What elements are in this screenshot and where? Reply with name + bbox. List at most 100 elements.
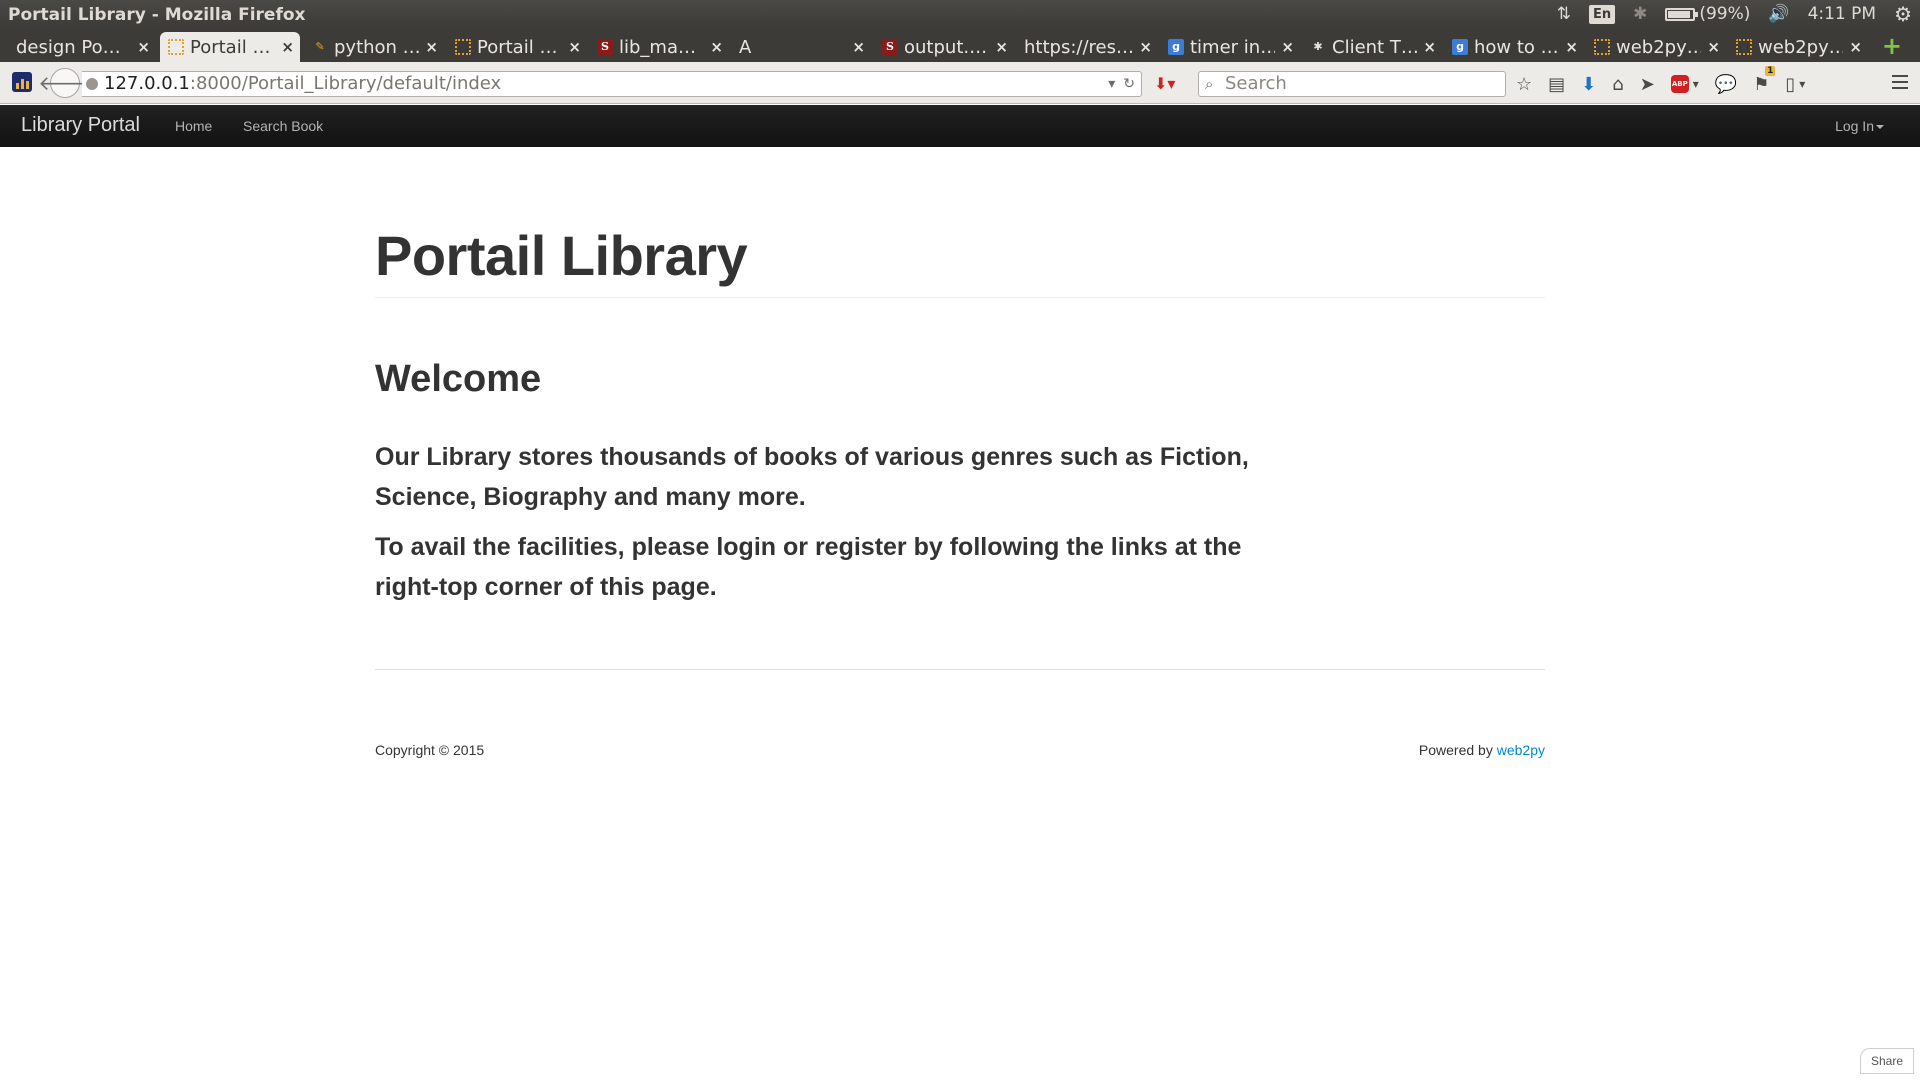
home-icon[interactable]: ⌂ [1612, 74, 1623, 95]
tab-2[interactable]: ✎ python … × [304, 32, 444, 62]
close-tab-icon[interactable]: × [995, 38, 1008, 56]
addon-chart-icon[interactable] [12, 72, 32, 92]
close-tab-icon[interactable]: × [1707, 38, 1720, 56]
pocket-icon[interactable]: ⬇▾ [1154, 74, 1175, 93]
search-icon: ⌕ [1205, 75, 1214, 93]
brand-link[interactable]: Library Portal [21, 114, 140, 137]
tab-3[interactable]: Portail … × [447, 32, 587, 62]
volume-icon[interactable]: 🔊 [1768, 4, 1789, 24]
battery-icon [1665, 7, 1699, 21]
tab-8[interactable]: g timer in… × [1160, 32, 1300, 62]
close-tab-icon[interactable]: × [1423, 38, 1436, 56]
google-icon: g [1168, 39, 1184, 55]
close-tab-icon[interactable]: × [568, 38, 581, 56]
downloads-icon[interactable]: ⬇ [1581, 74, 1596, 95]
web2py-link[interactable]: web2py [1497, 742, 1545, 758]
tab-label: python … [334, 36, 420, 58]
share-button[interactable]: Share [1860, 1048, 1914, 1074]
url-path: :8000/Portail_Library/default/index [189, 73, 502, 94]
tab-strip: + design Po… × Portail … × ✎ python … × Portail… [0, 28, 1920, 62]
s-icon: S [882, 39, 898, 55]
new-tab-button[interactable]: + [1882, 34, 1902, 58]
bookmark-star-icon[interactable]: ☆ [1516, 74, 1532, 95]
copyright-text: Copyright © 2015 [375, 742, 485, 758]
window-title-bar: Portail Library - Mozilla Firefox ⇅ En ✱… [0, 0, 1920, 28]
tab-label: web2py… [1616, 36, 1702, 58]
adblock-dropdown-icon[interactable]: ▾ [1693, 77, 1699, 91]
search-placeholder: Search [1225, 73, 1287, 94]
tab-label: output.… [904, 36, 988, 58]
page-title: Portail Library [375, 224, 748, 287]
settings-gear-icon[interactable]: ⚙ [1894, 2, 1912, 26]
navigation-toolbar: 🡐 127.0.0.1:8000/Portail_Library/default… [0, 62, 1920, 104]
web2py-icon [1736, 39, 1752, 55]
footer-divider [375, 669, 1545, 670]
url-bar[interactable]: 127.0.0.1:8000/Portail_Library/default/i… [82, 71, 1142, 97]
caret-down-icon [1876, 125, 1884, 130]
search-input[interactable]: ⌕ Search [1198, 71, 1506, 97]
close-tab-icon[interactable]: × [852, 38, 865, 56]
tab-label: how to … [1474, 36, 1559, 58]
nav-search-book-link[interactable]: Search Book [243, 118, 323, 134]
keyboard-language-indicator[interactable]: En [1588, 4, 1616, 24]
login-label: Log In [1835, 118, 1874, 134]
clipboard-dropdown-icon[interactable]: ▾ [1799, 77, 1805, 91]
close-tab-icon[interactable]: × [710, 38, 723, 56]
instructions-paragraph: To avail the facilities, please login or… [375, 533, 1242, 601]
site-navbar: Library Portal Home Search Book Log In [0, 105, 1920, 147]
welcome-heading: Welcome [375, 358, 542, 400]
url-host: 127.0.0.1 [104, 73, 190, 94]
tab-label: https://res… [1024, 36, 1134, 58]
url-controls: ▾ ↻ [1108, 72, 1135, 96]
close-tab-icon[interactable]: × [281, 38, 294, 56]
google-icon: g [1452, 39, 1468, 55]
login-dropdown[interactable]: Log In [1835, 118, 1884, 134]
clipboard-icon[interactable]: ▯ [1785, 74, 1795, 95]
nav-home-link[interactable]: Home [175, 118, 212, 134]
tab-6[interactable]: Soutput.… × [874, 32, 1014, 62]
tab-label: Portail … [477, 36, 558, 58]
client-icon: ✱ [1313, 40, 1323, 53]
site-identity-icon[interactable] [86, 78, 98, 90]
tab-label: timer in… [1190, 36, 1276, 58]
reload-icon[interactable]: ↻ [1123, 72, 1135, 96]
close-tab-icon[interactable]: × [1139, 38, 1152, 56]
notifications-icon[interactable]: ⚑ 1 [1753, 65, 1776, 95]
tab-9[interactable]: ✱ Client T… × [1302, 32, 1442, 62]
close-tab-icon[interactable]: × [1565, 38, 1578, 56]
tab-label: Portail … [190, 36, 271, 58]
hamburger-menu-icon[interactable] [1890, 72, 1910, 92]
network-icon[interactable]: ⇅ [1557, 4, 1571, 24]
close-tab-icon[interactable]: × [137, 38, 150, 56]
url-dropdown-icon[interactable]: ▾ [1108, 72, 1115, 96]
tab-7[interactable]: https://res… × [1016, 32, 1158, 62]
reading-list-icon[interactable]: ▤ [1548, 74, 1565, 95]
close-tab-icon[interactable]: × [1849, 38, 1862, 56]
send-icon[interactable]: ➤ [1640, 74, 1655, 95]
tab-12[interactable]: web2py… × [1728, 32, 1868, 62]
tab-0[interactable]: design Po… × [8, 32, 156, 62]
tab-1[interactable]: Portail … × [160, 32, 300, 62]
tab-10[interactable]: g how to … × [1444, 32, 1584, 62]
battery-percent: (99%) [1699, 4, 1751, 24]
powered-by-label: Powered by [1418, 742, 1497, 758]
toolbar-icons: ☆ ▤ ⬇ ⌂ ➤ ABP ▾ 💬 ⚑ 1 ▯ ▾ [1516, 65, 1805, 98]
close-tab-icon[interactable]: × [1281, 38, 1294, 56]
battery-indicator[interactable]: (99%) [1665, 4, 1750, 24]
clock[interactable]: 4:11 PM [1808, 4, 1877, 24]
tab-5[interactable]: A × [731, 32, 871, 62]
python-icon: ✎ [315, 40, 325, 53]
web2py-icon [168, 39, 184, 55]
bluetooth-icon[interactable]: ✱ [1633, 4, 1647, 24]
tab-11[interactable]: web2py… × [1586, 32, 1726, 62]
window-title: Portail Library - Mozilla Firefox [8, 5, 306, 25]
close-tab-icon[interactable]: × [425, 38, 438, 56]
system-tray: ⇅ En ✱ (99%) 🔊 4:11 PM ⚙ [1557, 0, 1912, 28]
tab-label: web2py… [1758, 36, 1844, 58]
tab-label: Client T… [1332, 36, 1418, 58]
chat-icon[interactable]: 💬 [1715, 74, 1737, 95]
tab-4[interactable]: Slib_ma… × [589, 32, 729, 62]
tab-label: lib_ma… [619, 36, 696, 58]
back-button[interactable]: 🡐 [38, 68, 92, 98]
adblock-icon[interactable]: ABP [1670, 75, 1689, 93]
